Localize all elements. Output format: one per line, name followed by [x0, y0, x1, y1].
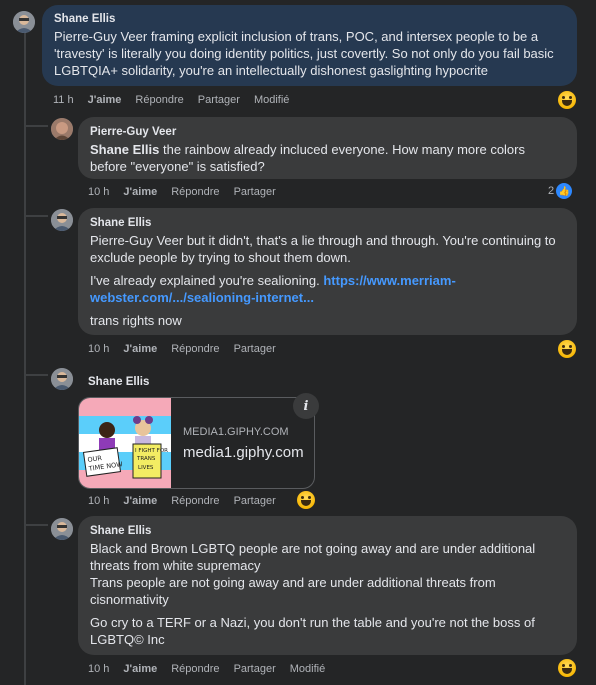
comment-time[interactable]: 11 h	[53, 94, 74, 106]
comment-author[interactable]: Pierre-Guy Veer	[90, 125, 565, 139]
thread-line	[24, 32, 26, 685]
gif-domain: MEDIA1.GIPHY.COM	[183, 426, 289, 438]
laugh-emoji-icon[interactable]	[558, 340, 576, 358]
comment-author[interactable]: Shane Ellis	[54, 12, 565, 26]
comment-author[interactable]: Shane Ellis	[90, 524, 565, 538]
comment-text-body: I've already explained you're sealioning…	[90, 273, 324, 288]
comment-actions: 11 h J'aime Répondre Partager Modifié	[53, 94, 303, 106]
edited-label: Modifié	[253, 94, 290, 106]
like-button[interactable]: J'aime	[88, 94, 122, 106]
laugh-emoji-icon[interactable]	[558, 659, 576, 677]
edited-label: Modifié	[289, 663, 326, 675]
reply-button[interactable]: Répondre	[135, 94, 183, 106]
comment-bubble: Shane Ellis Pierre-Guy Veer framing expl…	[42, 5, 577, 86]
like-count[interactable]: 2 👍	[548, 183, 573, 199]
avatar[interactable]	[13, 11, 35, 33]
comment-actions: 10 h J'aime Répondre Partager	[88, 186, 290, 198]
reply-button[interactable]: Répondre	[171, 186, 219, 198]
comment-bubble: Pierre-Guy Veer Shane Ellis the rainbow …	[78, 117, 577, 179]
gif-thumbnail: OURTIME NOW I FIGHT FOR TRANS LIVES	[79, 398, 171, 488]
comment-text: I've already explained you're sealioning…	[90, 272, 565, 306]
like-count-number: 2	[548, 185, 555, 197]
like-button[interactable]: J'aime	[123, 663, 157, 675]
like-button[interactable]: J'aime	[123, 343, 157, 355]
avatar[interactable]	[51, 518, 73, 540]
comment-author[interactable]: Shane Ellis	[90, 216, 565, 230]
avatar[interactable]	[51, 118, 73, 140]
comment-bubble: Shane Ellis Black and Brown LGBTQ people…	[78, 516, 577, 655]
laugh-emoji-icon[interactable]	[297, 491, 315, 509]
gif-link-card[interactable]: OURTIME NOW I FIGHT FOR TRANS LIVES MEDIA1…	[78, 397, 315, 489]
avatar[interactable]	[51, 209, 73, 231]
comment-text: Pierre-Guy Veer framing explicit inclusi…	[54, 29, 554, 78]
reply-connector	[24, 524, 48, 526]
info-icon[interactable]: i	[293, 393, 319, 419]
reply-button[interactable]: Répondre	[171, 663, 219, 675]
comment-text: Trans people are not going away and are …	[90, 575, 496, 607]
like-button[interactable]: J'aime	[123, 495, 157, 507]
comment-text: Black and Brown LGBTQ people are not goi…	[90, 541, 536, 573]
reply-connector	[24, 374, 48, 376]
comment-text: Go cry to a TERF or a Nazi, you don't ru…	[90, 615, 535, 647]
laugh-emoji-icon[interactable]	[558, 91, 576, 109]
comment-bubble: Shane Ellis Pierre-Guy Veer but it didn'…	[78, 208, 577, 335]
comment-author[interactable]: Shane Ellis	[88, 375, 149, 389]
share-button[interactable]: Partager	[234, 186, 276, 198]
avatar[interactable]	[51, 368, 73, 390]
comment-time[interactable]: 10 h	[88, 343, 109, 355]
share-button[interactable]: Partager	[234, 495, 276, 507]
comment-text: trans rights now	[90, 313, 182, 328]
reply-connector	[24, 125, 48, 127]
share-button[interactable]: Partager	[234, 343, 276, 355]
gif-site-name: media1.giphy.com	[183, 444, 304, 461]
comment-text: Pierre-Guy Veer but it didn't, that's a …	[90, 233, 556, 265]
like-button[interactable]: J'aime	[123, 186, 157, 198]
share-button[interactable]: Partager	[234, 663, 276, 675]
comment-actions: 10 h J'aime Répondre Partager	[88, 343, 290, 355]
comment-time[interactable]: 10 h	[88, 186, 109, 198]
comment-actions: 10 h J'aime Répondre Partager	[88, 495, 290, 507]
reply-connector	[24, 215, 48, 217]
comment-text: Shane Ellis the rainbow already incluced…	[90, 141, 565, 175]
reply-button[interactable]: Répondre	[171, 343, 219, 355]
mention-link[interactable]: Shane Ellis	[90, 142, 159, 157]
comment-time[interactable]: 10 h	[88, 495, 109, 507]
thumbs-up-icon: 👍	[556, 183, 573, 199]
share-button[interactable]: Partager	[198, 94, 240, 106]
comment-time[interactable]: 10 h	[88, 663, 109, 675]
reply-button[interactable]: Répondre	[171, 495, 219, 507]
comment-actions: 10 h J'aime Répondre Partager Modifié	[88, 663, 339, 675]
